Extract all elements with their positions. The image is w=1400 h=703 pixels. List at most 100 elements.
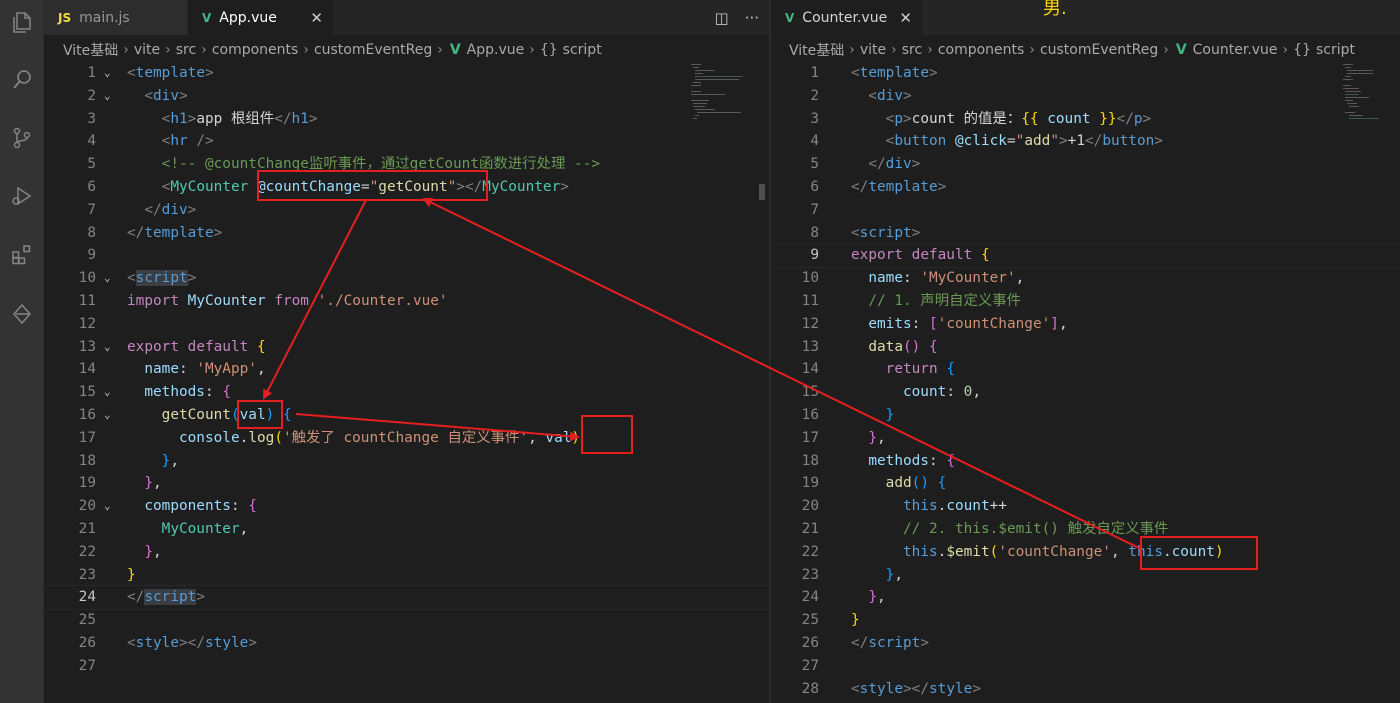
code-line: 19 }, xyxy=(78,475,162,492)
tab-counter-vue[interactable]: V Counter.vue ✕ xyxy=(771,0,923,35)
code-line: 17 }, xyxy=(801,429,886,446)
code-line: 22 this.$emit('countChange', this.count) xyxy=(801,543,1224,560)
code-line: 18 }, xyxy=(78,452,179,469)
code-line: 4 <button @click="add">+1</button> xyxy=(810,133,1163,150)
scrollbar[interactable] xyxy=(759,184,765,200)
tab-label: Counter.vue xyxy=(802,9,888,26)
run-debug-icon[interactable] xyxy=(0,174,44,218)
code-line: 12 emits: ['countChange'], xyxy=(801,315,1068,332)
chevron-right-icon: › xyxy=(123,42,129,58)
code-line: 8 <script> xyxy=(810,224,921,241)
breadcrumb-item[interactable]: customEventReg xyxy=(1040,42,1158,58)
code-line: 28 <style></style> xyxy=(801,680,981,697)
code-line: 6 <MyCounter @countChange="getCount"></M… xyxy=(87,178,569,195)
split-editor-icon[interactable]: ◫ xyxy=(715,9,729,27)
activity-bar xyxy=(0,0,44,703)
chevron-right-icon: › xyxy=(201,42,207,58)
minimap[interactable] xyxy=(1341,62,1400,122)
code-line: 3 <h1>app 根组件</h1> xyxy=(87,110,318,127)
breadcrumb-item[interactable]: vite xyxy=(134,42,160,58)
code-line: 2 <div> xyxy=(810,87,912,104)
breadcrumb-item[interactable]: Vite基础 xyxy=(63,40,118,60)
breadcrumb-item[interactable]: src xyxy=(902,42,922,58)
code-line: 9 xyxy=(87,247,96,264)
code-editor-counter-vue[interactable]: 1 <template> 2 <div> 3 <p>count 的值是：{{ co… xyxy=(771,62,1400,700)
braces-icon: {} xyxy=(1293,42,1311,58)
source-control-icon[interactable] xyxy=(0,116,44,160)
code-line: 23 }, xyxy=(801,566,903,583)
chevron-right-icon: › xyxy=(529,42,535,58)
breadcrumb-item[interactable]: components xyxy=(938,42,1025,58)
code-line: 14 return { xyxy=(801,361,955,378)
code-line: 26 <style></style> xyxy=(78,634,257,651)
breadcrumb-item[interactable]: Vite基础 xyxy=(789,40,844,60)
minimap[interactable] xyxy=(689,62,749,122)
code-line: 23} xyxy=(78,566,136,583)
code-line: 16 } xyxy=(801,406,895,423)
code-line: 4 <hr /> xyxy=(87,133,214,150)
code-line: 10 ⌄ <script> xyxy=(78,270,197,287)
braces-icon: {} xyxy=(539,42,558,58)
code-line: 27 xyxy=(801,657,819,674)
code-line: 1 <template> xyxy=(810,65,938,81)
code-line: 26 </script> xyxy=(801,634,929,651)
tab-bar: JS main.js V App.vue ✕ ◫ ··· xyxy=(44,0,769,35)
editor-group-left: JS main.js V App.vue ✕ ◫ ··· Vite基础 › vit… xyxy=(44,0,769,703)
code-line: 5 <!-- @countChange监听事件，通过getCount函数进行处理… xyxy=(87,156,600,173)
breadcrumb-item[interactable]: script xyxy=(1316,42,1355,58)
code-line: 20 ⌄ components: { xyxy=(78,498,257,515)
code-line: 21 // 2. this.$emit() 触发自定义事件 xyxy=(801,520,1169,537)
vue-icon: V xyxy=(449,42,461,58)
vue-icon: V xyxy=(785,10,795,25)
remote-icon[interactable] xyxy=(0,292,44,336)
code-line: 6 </template> xyxy=(810,178,947,195)
breadcrumb-item[interactable]: src xyxy=(176,42,196,58)
code-line: 11 // 1. 声明自定义事件 xyxy=(801,292,1022,309)
code-line: 27 xyxy=(78,657,96,674)
code-line: 15 count: 0, xyxy=(801,384,981,401)
tab-main-js[interactable]: JS main.js xyxy=(44,0,188,35)
chevron-right-icon: › xyxy=(891,42,897,58)
code-line: 12 xyxy=(78,315,96,332)
code-line: 16 ⌄ getCount(val) { xyxy=(78,406,292,423)
code-line: 2 ⌄ <div> xyxy=(87,87,188,104)
code-line: 10 name: 'MyCounter', xyxy=(801,270,1025,287)
code-line: 22 }, xyxy=(78,543,162,560)
vue-icon: V xyxy=(1175,42,1187,58)
extensions-icon[interactable] xyxy=(0,232,44,276)
js-file-icon: JS xyxy=(58,10,72,25)
files-icon[interactable] xyxy=(0,0,44,44)
close-icon[interactable]: ✕ xyxy=(310,9,323,27)
code-line: 1 ⌄ <template> xyxy=(87,65,214,81)
tab-bar: V Counter.vue ✕ 男. xyxy=(771,0,1400,35)
breadcrumb-item[interactable]: customEventReg xyxy=(314,42,432,58)
breadcrumb-item[interactable]: script xyxy=(563,42,602,58)
code-line-current: 9 export default { xyxy=(771,243,1400,269)
code-editor-app-vue[interactable]: 1 ⌄ <template> 2 ⌄ <div> 3 <h1>app 根组件</h1>… xyxy=(44,62,769,678)
breadcrumb: Vite基础 › vite › src › components › customEve… xyxy=(44,38,769,62)
breadcrumb-item[interactable]: vite xyxy=(860,42,886,58)
more-actions-icon[interactable]: ··· xyxy=(745,9,759,27)
chevron-right-icon: › xyxy=(1282,42,1289,58)
breadcrumb-item[interactable]: App.vue xyxy=(467,42,525,58)
tab-label: App.vue xyxy=(219,9,277,26)
overlay-text: 男. xyxy=(1043,0,1067,19)
tab-label: main.js xyxy=(79,9,130,26)
code-line: 7 </div> xyxy=(87,201,197,218)
chevron-right-icon: › xyxy=(165,42,171,58)
code-line: 20 this.count++ xyxy=(801,498,1007,515)
code-line: 13 ⌄ export default { xyxy=(78,338,266,355)
code-line: 15 ⌄ methods: { xyxy=(78,384,231,401)
chevron-right-icon: › xyxy=(437,42,443,58)
search-icon[interactable] xyxy=(0,58,44,102)
breadcrumb-item[interactable]: components xyxy=(212,42,299,58)
tab-app-vue[interactable]: V App.vue ✕ xyxy=(188,0,334,35)
code-line: 8 </template> xyxy=(87,224,223,241)
code-line: 24 }, xyxy=(801,589,886,606)
breadcrumb-item[interactable]: Counter.vue xyxy=(1193,42,1278,58)
chevron-right-icon: › xyxy=(849,42,855,58)
close-icon[interactable]: ✕ xyxy=(899,9,912,27)
code-line: 14 name: 'MyApp', xyxy=(78,361,266,378)
code-line: 25} xyxy=(801,612,860,629)
chevron-right-icon: › xyxy=(303,42,309,58)
